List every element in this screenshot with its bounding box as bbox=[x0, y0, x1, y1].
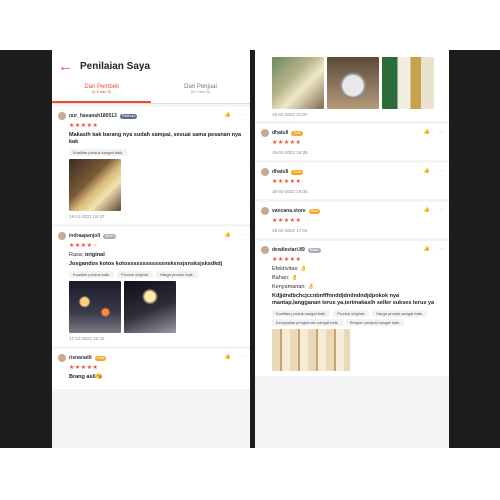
more-dots-icon[interactable]: ··· bbox=[438, 207, 443, 213]
more-dots-icon[interactable]: ··· bbox=[438, 168, 443, 174]
attribute-label: Kenyamanan: bbox=[272, 284, 306, 290]
more-dots-icon[interactable]: ··· bbox=[438, 246, 443, 252]
thumbs-up-icon[interactable]: 👍 bbox=[225, 112, 231, 118]
review-photo[interactable] bbox=[272, 329, 350, 371]
star-rating: ★★★★★ bbox=[272, 179, 302, 185]
review-text: Brang asli😘 bbox=[69, 374, 103, 380]
review-card-top: 15-02-2022 21:07 bbox=[255, 50, 449, 121]
thumbs-up-icon[interactable]: 👍 bbox=[225, 354, 231, 360]
reviewer-name[interactable]: dewilestari.89 bbox=[272, 247, 305, 253]
variant-label: Rasa: bbox=[69, 252, 84, 258]
tab-dari-pembeli[interactable]: Dari Pembeli (4.9 dari 5) bbox=[52, 82, 151, 103]
review-tag: Respon penjual sangat baik. bbox=[345, 319, 405, 326]
review-date: 17-12-2021 22:42 bbox=[69, 336, 105, 341]
left-screen: ← Penilaian Saya Dari Pembeli (4.9 dari … bbox=[52, 50, 250, 448]
more-dots-icon[interactable]: ··· bbox=[438, 129, 443, 135]
review-photo[interactable] bbox=[69, 281, 121, 333]
review-tag: Kualitas produk sangat baik. bbox=[69, 149, 128, 156]
more-dots-icon[interactable]: ··· bbox=[239, 354, 244, 360]
review-date: 19-12-2021 04:47 bbox=[69, 214, 105, 219]
tab-dari-penjual[interactable]: Dari Penjual (5.0 dari 5) bbox=[151, 82, 250, 103]
reviewer-name[interactable]: indraapanjoll bbox=[69, 233, 100, 239]
reviewer-name[interactable]: nur_hasanah180513 bbox=[69, 113, 117, 119]
review-tag: Produk original. bbox=[117, 271, 153, 278]
review-date: 15-02-2022 21:07 bbox=[272, 112, 308, 117]
review-date: 15-02-2022 19:35 bbox=[272, 150, 308, 155]
right-screen: 15-02-2022 21:07 dhatull Gold 👍 ··· ★★★★★… bbox=[255, 50, 449, 448]
avatar[interactable] bbox=[261, 207, 269, 215]
review-text: Josgandos kotos kotossssssssssssnsksnsjs… bbox=[69, 261, 223, 267]
variant-line: Rasa: original bbox=[69, 252, 244, 259]
star-rating: ★★★★★ bbox=[69, 123, 99, 129]
ok-hand-icon: 👌 bbox=[300, 266, 307, 272]
review-photo[interactable] bbox=[327, 57, 379, 109]
review-tag: Kecepatan pengiriman sangat baik. bbox=[272, 319, 343, 326]
review-card: vancana.store Gold 👍 ··· ★★★★★ 15-02-2022… bbox=[255, 202, 449, 238]
attribute-label: Bahan: bbox=[272, 275, 290, 281]
review-card: risnaradit Gold 👍 ··· ★★★★★ Brang asli😘 bbox=[52, 349, 250, 389]
review-card: dewilestari.89 Silver 👍 ··· ★★★★★ Efektiv… bbox=[255, 241, 449, 376]
more-dots-icon[interactable]: ··· bbox=[239, 112, 244, 118]
reviewer-name[interactable]: vancana.store bbox=[272, 208, 306, 214]
review-text: Makasih kak barang nya sudah sampai, ses… bbox=[69, 132, 242, 145]
reviewer-name[interactable]: dhatull bbox=[272, 169, 288, 175]
avatar[interactable] bbox=[261, 168, 269, 176]
review-tag: Harga produk baik. bbox=[155, 271, 198, 278]
reviewer-name[interactable]: risnaradit bbox=[69, 355, 92, 361]
star-rating: ★★★★★ bbox=[272, 257, 302, 263]
review-tag: Kualitas produk baik. bbox=[69, 271, 115, 278]
ok-hand-icon: 👌 bbox=[307, 284, 315, 290]
review-text: Kdjjdndbchcjccnbnfffnnddjdndndndjdpokok … bbox=[272, 293, 435, 306]
ok-hand-icon: 👌 bbox=[290, 275, 298, 281]
tab-rating: (5.0 dari 5) bbox=[190, 89, 211, 95]
review-photo[interactable] bbox=[124, 281, 176, 333]
avatar[interactable] bbox=[58, 232, 66, 240]
attribute-line: Bahan: 👌 bbox=[272, 275, 443, 282]
thumbs-up-icon[interactable]: 👍 bbox=[225, 232, 231, 238]
review-card: indraapanjoll Silver 👍 ··· ★★★★★ Rasa: or… bbox=[52, 227, 250, 346]
thumbs-up-icon[interactable]: 👍 bbox=[424, 246, 430, 252]
member-badge: Gold bbox=[291, 130, 303, 136]
review-photo[interactable] bbox=[272, 57, 324, 109]
member-badge: Platinum bbox=[119, 113, 138, 119]
review-card: dhatull Gold 👍 ··· ★★★★★ 15-02-2022 19:35 bbox=[255, 124, 449, 160]
avatar[interactable] bbox=[261, 246, 269, 254]
avatar[interactable] bbox=[58, 112, 66, 120]
tab-bar: Dari Pembeli (4.9 dari 5) Dari Penjual (… bbox=[52, 82, 250, 104]
tab-rating: (4.9 dari 5) bbox=[91, 89, 112, 95]
thumbs-up-icon[interactable]: 👍 bbox=[424, 129, 430, 135]
member-badge: Silver bbox=[307, 247, 321, 253]
star-rating: ★★★★★ bbox=[69, 365, 99, 371]
member-badge: Gold bbox=[291, 169, 303, 175]
more-dots-icon[interactable]: ··· bbox=[239, 232, 244, 238]
variant-value: original bbox=[84, 252, 105, 258]
review-photo[interactable] bbox=[382, 57, 434, 109]
review-photo[interactable] bbox=[69, 159, 121, 211]
attribute-line: Efektivitas: 👌 bbox=[272, 266, 443, 273]
arrow-left-icon[interactable]: ← bbox=[58, 58, 80, 75]
star-rating: ★★★★★ bbox=[272, 218, 302, 224]
review-date: 15-02-2022 17:04 bbox=[272, 228, 308, 233]
app-bar: ← Penilaian Saya bbox=[52, 50, 250, 82]
reviewer-name[interactable]: dhatull bbox=[272, 130, 288, 136]
review-card: nur_hasanah180513 Platinum 👍 ··· ★★★★★ Ma… bbox=[52, 107, 250, 224]
star-rating: ★★★★★ bbox=[272, 140, 302, 146]
page-title: Penilaian Saya bbox=[80, 60, 151, 72]
avatar[interactable] bbox=[261, 129, 269, 137]
review-tag: Kualitas produk sangat baik. bbox=[272, 310, 331, 317]
thumbs-up-icon[interactable]: 👍 bbox=[424, 168, 430, 174]
attribute-label: Efektivitas: bbox=[272, 266, 299, 272]
review-tag: Produk original. bbox=[333, 310, 370, 317]
member-badge: Silver bbox=[103, 233, 116, 239]
avatar[interactable] bbox=[58, 354, 66, 362]
review-tag: Harga produk sangat baik. bbox=[372, 310, 427, 317]
member-badge: Gold bbox=[308, 208, 321, 214]
attribute-line: Kenyamanan: 👌 bbox=[272, 284, 443, 291]
review-card: dhatull Gold 👍 ··· ★★★★★ 15-02-2022 19:35 bbox=[255, 163, 449, 199]
member-badge: Gold bbox=[94, 355, 107, 361]
thumbs-up-icon[interactable]: 👍 bbox=[424, 207, 430, 213]
review-date: 15-02-2022 19:35 bbox=[272, 189, 308, 194]
star-rating: ★★★★★ bbox=[69, 243, 99, 249]
